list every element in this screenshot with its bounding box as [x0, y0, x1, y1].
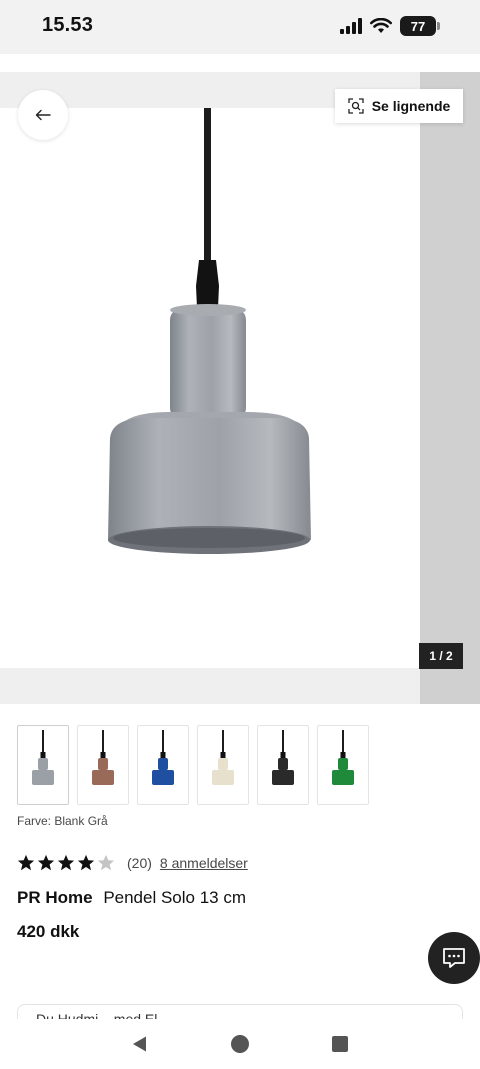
lamp-thumbnail-icon — [332, 730, 354, 785]
rating-row: (20) 8 anmeldelser — [17, 853, 248, 873]
system-nav-bar — [0, 1019, 480, 1069]
star-rating — [17, 854, 115, 872]
back-button[interactable] — [18, 90, 68, 140]
color-thumbnail[interactable] — [197, 725, 249, 805]
chat-icon — [443, 948, 465, 968]
star-filled-icon — [77, 854, 95, 871]
arrow-left-icon — [35, 109, 51, 121]
color-variant-thumbnails — [17, 725, 369, 805]
product-name: Pendel Solo 13 cm — [103, 888, 247, 907]
nav-back-icon[interactable] — [131, 1035, 149, 1053]
lamp-thumbnail-icon — [32, 730, 54, 785]
visual-search-icon — [348, 98, 364, 114]
color-thumbnail[interactable] — [137, 725, 189, 805]
status-bar: 15.53 77 — [0, 0, 480, 54]
battery-icon: 77 — [400, 16, 440, 36]
image-counter: 1 / 2 — [419, 643, 463, 669]
color-thumbnail[interactable] — [257, 725, 309, 805]
star-filled-icon — [37, 854, 55, 871]
pendant-lamp-image — [108, 108, 311, 554]
star-filled-icon — [57, 854, 75, 871]
chat-button[interactable] — [428, 932, 480, 984]
star-filled-icon — [17, 854, 35, 871]
nav-recents-icon[interactable] — [331, 1035, 349, 1053]
status-time: 15.53 — [42, 14, 94, 36]
next-image-preview[interactable] — [420, 72, 480, 704]
product-image[interactable] — [0, 108, 420, 668]
color-thumbnail[interactable] — [17, 725, 69, 805]
see-similar-button[interactable]: Se lignende — [335, 89, 463, 123]
battery-level: 77 — [410, 18, 426, 34]
color-thumbnail[interactable] — [77, 725, 129, 805]
color-thumbnail[interactable] — [317, 725, 369, 805]
lamp-thumbnail-icon — [212, 730, 234, 785]
star-empty-icon — [97, 854, 115, 871]
see-similar-label: Se lignende — [371, 98, 451, 114]
product-gallery[interactable]: Se lignende 1 / 2 — [0, 72, 480, 704]
rating-count: (20) — [127, 855, 152, 871]
nav-home-icon[interactable] — [230, 1034, 250, 1054]
lamp-thumbnail-icon — [92, 730, 114, 785]
status-icons: 77 — [340, 16, 440, 36]
signal-icon — [340, 18, 362, 34]
product-brand[interactable]: PR Home — [17, 888, 93, 907]
selected-color-label: Farve: Blank Grå — [17, 814, 108, 828]
reviews-link[interactable]: 8 anmeldelser — [160, 855, 248, 871]
wifi-icon — [370, 18, 392, 33]
lamp-thumbnail-icon — [152, 730, 174, 785]
lamp-thumbnail-icon — [272, 730, 294, 785]
product-title: PR Home Pendel Solo 13 cm — [17, 888, 246, 908]
product-price: 420 dkk — [17, 922, 80, 941]
